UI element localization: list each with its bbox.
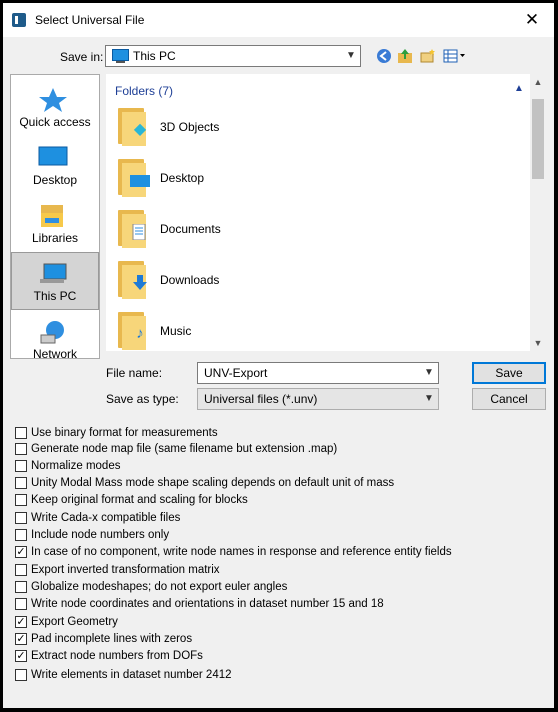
new-folder-button[interactable] [419,48,437,66]
file-name-input[interactable]: UNV-Export ▼ [197,362,439,384]
vertical-scrollbar[interactable]: ▲ ▼ [530,74,546,351]
option-label: Write Cada-x compatible files [31,512,181,524]
checkbox-checked[interactable]: ✓ [15,546,27,558]
save-in-dropdown[interactable]: This PC ▼ [105,45,361,67]
dialog-window: Select Universal File ✕ Save in: This PC… [3,3,554,708]
place-label: Quick access [19,115,91,129]
option-label: Pad incomplete lines with zeros [31,633,193,645]
save-button[interactable]: Save [472,362,546,384]
folder-item-3d-objects[interactable]: ◆ 3D Objects [116,104,316,150]
folders-group-header[interactable]: Folders (7) [115,84,173,98]
scrollbar-thumb[interactable] [532,99,544,179]
computer-icon [112,49,129,63]
file-name-value: UNV-Export [204,366,268,380]
place-this-pc[interactable]: This PC [11,252,99,310]
title-bar: Select Universal File ✕ [3,3,554,37]
checkbox-checked[interactable]: ✓ [15,616,27,628]
option-label: Generate node map file (same filename bu… [31,443,338,455]
downloads-folder-icon [116,261,152,299]
chevron-up-icon[interactable]: ▲ [514,83,524,94]
option-label: Normalize modes [31,460,121,472]
folder-item-downloads[interactable]: Downloads [116,257,316,303]
option-label: Globalize modeshapes; do not export eule… [31,581,288,593]
option-label: In case of no component, write node name… [31,546,452,558]
option-label: Include node numbers only [31,529,170,541]
checkbox-checked[interactable]: ✓ [15,650,27,662]
folder-item-desktop[interactable]: Desktop [116,155,316,201]
chevron-down-icon: ▼ [424,393,434,404]
checkbox-unchecked[interactable] [15,581,27,593]
checkbox-unchecked[interactable] [15,564,27,576]
place-network[interactable]: Network [11,311,99,369]
checkbox-unchecked[interactable] [15,512,27,524]
option-label: Unity Modal Mass mode shape scaling depe… [31,477,395,489]
network-icon [40,321,64,344]
chevron-down-icon[interactable]: ▼ [420,363,438,383]
folder-item-music[interactable]: ♪ Music [116,308,316,354]
place-label: Network [32,347,77,361]
option-label: Keep original format and scaling for blo… [31,494,248,506]
folder-name: Desktop [160,171,205,185]
view-grid-icon [443,49,465,63]
option-label: Write node coordinates and orientations … [31,598,384,610]
option-label: Extract node numbers from DOFs [31,650,203,662]
place-desktop[interactable]: Desktop [11,137,99,195]
option-label: Write elements in dataset number 2412 [31,669,232,681]
scroll-up-icon[interactable]: ▲ [530,74,546,90]
folder-name: Downloads [160,273,220,287]
checkbox-unchecked[interactable] [15,443,27,455]
place-libraries[interactable]: Libraries [11,195,99,253]
place-label: This PC [33,289,77,303]
checkbox-unchecked[interactable] [15,477,27,489]
save-as-type-label: Save as type: [106,392,179,406]
checkbox-checked[interactable]: ✓ [15,633,27,645]
star-icon [39,88,67,112]
music-folder-icon: ♪ [116,312,152,350]
place-label: Desktop [32,173,78,187]
checkbox-unchecked[interactable] [15,427,27,439]
option-label: Export inverted transformation matrix [31,564,220,576]
desktop-icon [38,146,68,166]
computer-icon [40,263,67,283]
checkbox-unchecked[interactable] [15,494,27,506]
close-button[interactable]: ✕ [510,3,554,37]
option-label: Use binary format for measurements [31,427,218,439]
up-folder-icon [398,49,412,63]
new-folder-icon [420,49,435,63]
cancel-button[interactable]: Cancel [472,388,546,410]
folder-name: Documents [160,222,221,236]
app-icon [12,13,26,27]
window-title: Select Universal File [35,13,145,27]
3d-objects-icon: ◆ [116,108,152,146]
checkbox-unchecked[interactable] [15,598,27,610]
places-bar: Quick access Desktop Libraries This PC N… [10,74,100,361]
place-label: Libraries [31,231,79,245]
folder-name: 3D Objects [160,120,220,134]
save-as-type-dropdown[interactable]: Universal files (*.unv) ▼ [197,388,439,410]
file-list: Folders (7) ▲ ◆ 3D Objects Desktop Docum… [106,74,546,351]
file-name-label: File name: [106,366,163,380]
checkbox-unchecked[interactable] [15,460,27,472]
save-in-label: Save in: [60,50,104,64]
save-in-value: This PC [133,49,176,63]
folder-name: Music [160,324,192,338]
dialog-body: Save in: This PC ▼ Quick access Desktop [3,37,554,708]
back-arrow-icon [377,49,391,63]
checkbox-unchecked[interactable] [15,529,27,541]
scroll-down-icon[interactable]: ▼ [530,335,546,351]
folder-item-documents[interactable]: Documents [116,206,316,252]
save-as-type-value: Universal files (*.unv) [204,392,318,406]
documents-folder-icon [116,210,152,248]
view-menu-button[interactable] [443,48,467,66]
option-label: Export Geometry [31,616,118,628]
up-folder-button[interactable] [396,48,414,66]
back-button[interactable] [375,48,393,66]
desktop-folder-icon [116,159,152,197]
checkbox-unchecked[interactable] [15,669,27,681]
place-quick-access[interactable]: Quick access [11,79,99,137]
chevron-down-icon: ▼ [346,50,356,61]
libraries-icon [41,205,63,227]
